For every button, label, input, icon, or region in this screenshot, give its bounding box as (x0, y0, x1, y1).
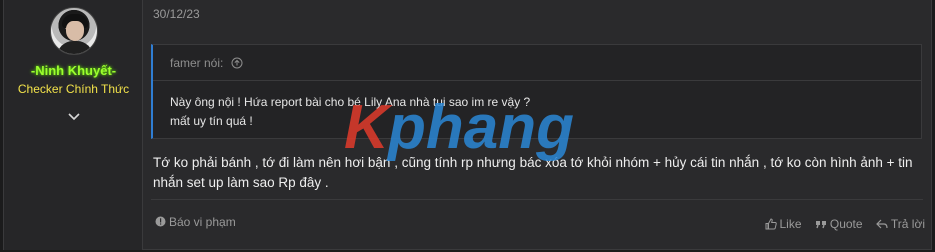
quote-text-line: Này ông nội ! Hứa report bài cho bé Lily… (170, 95, 531, 109)
quote-author[interactable]: famer nói: (170, 56, 223, 70)
reply-icon (876, 218, 888, 230)
footer-divider (151, 199, 923, 200)
report-label: Báo vi phạm (169, 215, 236, 229)
quote-divider (153, 80, 922, 81)
user-info-column: -Ninh Khuyết- Checker Chính Thức (4, 0, 143, 250)
chevron-down-icon[interactable] (67, 109, 81, 123)
like-label: Like (779, 217, 802, 231)
quote-text-line: mất uy tín quá ! (170, 114, 253, 128)
quote-label: Quote (829, 217, 863, 231)
avatar-face (66, 21, 84, 41)
arrow-up-circle-icon[interactable] (231, 57, 243, 69)
report-link[interactable]: Báo vi phạm (155, 215, 236, 229)
post-actions: Like Quote Trả lời (755, 217, 925, 231)
avatar-body (57, 41, 93, 54)
user-title: Checker Chính Thức (17, 82, 130, 96)
warning-icon (155, 216, 166, 227)
thumbs-up-icon (765, 218, 777, 230)
quote-header[interactable]: famer nói: (170, 56, 243, 70)
post-message: Tớ ko phải bánh , tớ đi làm nên hơi bận … (153, 155, 913, 190)
like-button[interactable]: Like (765, 217, 805, 231)
quote-icon (815, 218, 827, 230)
reply-label: Trả lời (890, 217, 925, 231)
post-date[interactable]: 30/12/23 (153, 7, 200, 21)
quote-button[interactable]: Quote (815, 217, 866, 231)
quote-block: famer nói: Này ông nội ! Hứa report bài … (151, 44, 922, 139)
username[interactable]: -Ninh Khuyết- (4, 63, 143, 78)
reply-button[interactable]: Trả lời (876, 217, 925, 231)
avatar[interactable] (50, 7, 98, 55)
